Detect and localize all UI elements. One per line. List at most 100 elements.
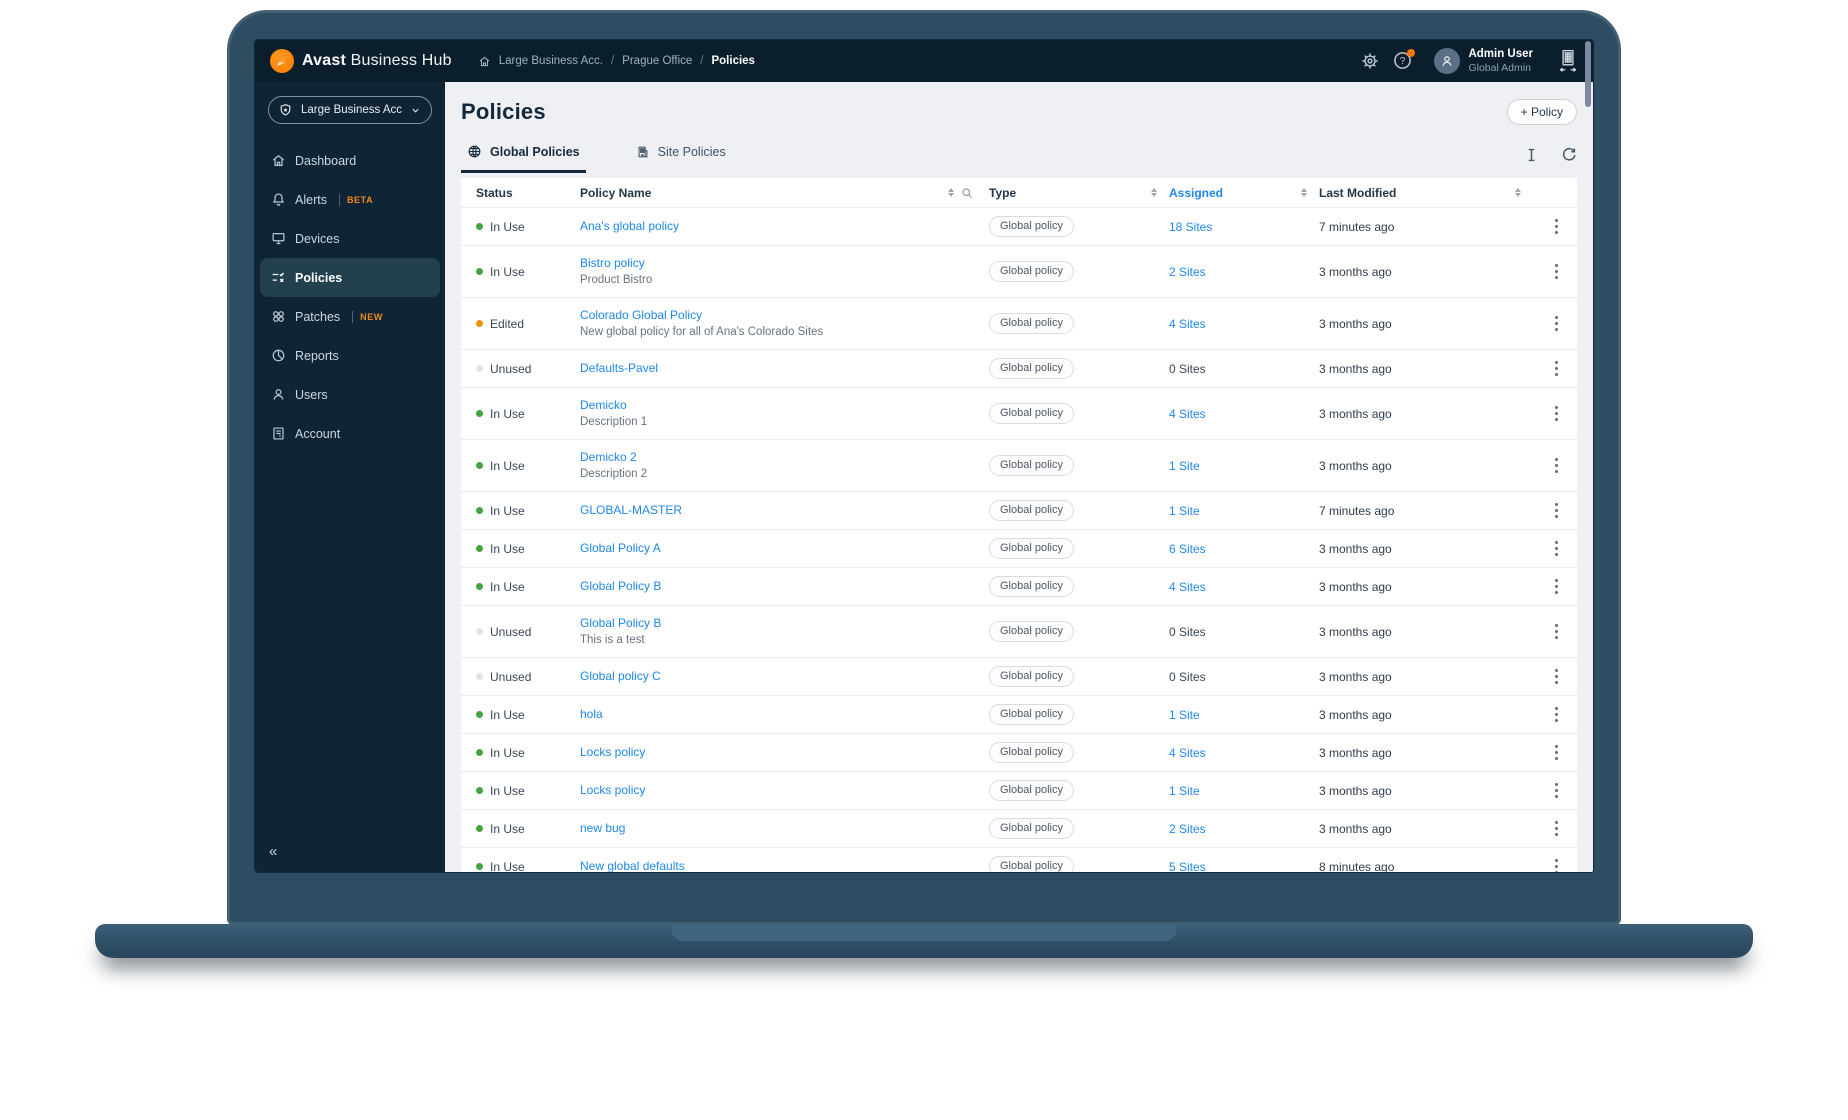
user-menu[interactable]: Admin User Global Admin bbox=[1434, 48, 1533, 74]
policy-type-badge: Global policy bbox=[989, 780, 1074, 801]
sort-icon[interactable] bbox=[1151, 188, 1157, 197]
policy-type-badge: Global policy bbox=[989, 358, 1074, 379]
table-row: Unused Global Policy B This is a test Gl… bbox=[461, 605, 1577, 657]
row-actions-kebab-icon[interactable] bbox=[1545, 538, 1567, 560]
avatar bbox=[1434, 47, 1461, 74]
status-label: In Use bbox=[490, 783, 525, 798]
sidebar-item-alerts[interactable]: Alerts BETA bbox=[260, 180, 440, 219]
settings-gear-icon[interactable] bbox=[1361, 52, 1379, 70]
tab-label: Global Policies bbox=[490, 144, 580, 159]
row-actions-kebab-icon[interactable] bbox=[1545, 455, 1567, 477]
vertical-scrollbar[interactable] bbox=[1585, 41, 1591, 107]
column-header-type[interactable]: Type bbox=[985, 186, 1165, 200]
assigned-sites-link[interactable]: 5 Sites bbox=[1169, 860, 1206, 873]
assigned-sites-link[interactable]: 2 Sites bbox=[1169, 265, 1206, 279]
sort-icon[interactable] bbox=[1301, 188, 1307, 197]
policy-name-link[interactable]: Colorado Global Policy bbox=[580, 307, 702, 324]
policy-name-link[interactable]: GLOBAL-MASTER bbox=[580, 502, 682, 519]
tab-site-policies[interactable]: Site Policies bbox=[630, 145, 732, 173]
assigned-sites-link[interactable]: 1 Site bbox=[1169, 784, 1200, 798]
sidebar-item-patches[interactable]: Patches NEW bbox=[260, 297, 440, 336]
type-cell: Global policy bbox=[985, 313, 1165, 334]
sidebar-item-reports[interactable]: Reports bbox=[260, 336, 440, 375]
site-switcher-icon[interactable] bbox=[1557, 49, 1579, 73]
sort-icon[interactable] bbox=[948, 188, 954, 197]
home-icon[interactable] bbox=[478, 55, 491, 68]
policy-name-link[interactable]: Demicko bbox=[580, 397, 627, 414]
status-label: In Use bbox=[490, 859, 525, 873]
last-modified-cell: 3 months ago bbox=[1319, 707, 1392, 722]
row-actions-kebab-icon[interactable] bbox=[1545, 621, 1567, 643]
policy-type-badge: Global policy bbox=[989, 261, 1074, 282]
tab-global-policies[interactable]: Global Policies bbox=[461, 144, 586, 173]
status-cell: Unused bbox=[461, 362, 576, 376]
policy-name-link[interactable]: New global defaults bbox=[580, 858, 685, 872]
assigned-sites-link[interactable]: 1 Site bbox=[1169, 708, 1200, 722]
policy-name-link[interactable]: Global Policy A bbox=[580, 540, 661, 557]
policy-name-link[interactable]: Global policy C bbox=[580, 668, 661, 685]
policy-description: Description 2 bbox=[580, 467, 648, 480]
row-actions-kebab-icon[interactable] bbox=[1545, 358, 1567, 380]
assigned-sites-link[interactable]: 4 Sites bbox=[1169, 407, 1206, 421]
edit-columns-icon[interactable] bbox=[1524, 147, 1539, 163]
policies-table-body: In Use Ana's global policy Global policy… bbox=[461, 207, 1577, 872]
sidebar-item-label: Account bbox=[295, 426, 341, 441]
row-actions-kebab-icon[interactable] bbox=[1545, 313, 1567, 335]
breadcrumb-site[interactable]: Prague Office bbox=[622, 55, 692, 67]
policy-name-link[interactable]: Locks policy bbox=[580, 782, 645, 799]
policy-description: New global policy for all of Ana's Color… bbox=[580, 325, 824, 338]
status-label: In Use bbox=[490, 579, 525, 594]
policy-name-link[interactable]: Global Policy B bbox=[580, 615, 661, 632]
policy-name-link[interactable]: Defaults-Pavel bbox=[580, 360, 658, 377]
assigned-sites-link[interactable]: 4 Sites bbox=[1169, 317, 1206, 331]
row-actions-kebab-icon[interactable] bbox=[1545, 576, 1567, 598]
sidebar-item-devices[interactable]: Devices bbox=[260, 219, 440, 258]
row-actions-kebab-icon[interactable] bbox=[1545, 666, 1567, 688]
policy-name-link[interactable]: Locks policy bbox=[580, 744, 645, 761]
assigned-sites-link[interactable]: 1 Site bbox=[1169, 504, 1200, 518]
sidebar-item-dashboard[interactable]: Dashboard bbox=[260, 141, 440, 180]
policy-name-link[interactable]: new bug bbox=[580, 820, 625, 837]
column-header-last-modified[interactable]: Last Modified bbox=[1315, 186, 1535, 200]
breadcrumb-account[interactable]: Large Business Acc. bbox=[499, 55, 603, 67]
refresh-icon[interactable] bbox=[1561, 147, 1577, 163]
row-actions-kebab-icon[interactable] bbox=[1545, 216, 1567, 238]
assigned-sites-link[interactable]: 18 Sites bbox=[1169, 220, 1212, 234]
sidebar-item-account[interactable]: Account bbox=[260, 414, 440, 453]
policy-name-link[interactable]: Demicko 2 bbox=[580, 449, 637, 466]
assigned-sites-link[interactable]: 2 Sites bbox=[1169, 822, 1206, 836]
status-label: In Use bbox=[490, 821, 525, 836]
assigned-sites-link[interactable]: 4 Sites bbox=[1169, 746, 1206, 760]
policy-name-link[interactable]: Ana's global policy bbox=[580, 218, 679, 235]
table-row: In Use Global Policy B Global policy 4 S… bbox=[461, 567, 1577, 605]
assigned-sites-link[interactable]: 6 Sites bbox=[1169, 542, 1206, 556]
sidebar-item-policies[interactable]: Policies bbox=[260, 258, 440, 297]
assigned-sites-link[interactable]: 4 Sites bbox=[1169, 580, 1206, 594]
row-actions-kebab-icon[interactable] bbox=[1545, 704, 1567, 726]
policy-name-link[interactable]: Bistro policy bbox=[580, 255, 645, 272]
row-actions-kebab-icon[interactable] bbox=[1545, 856, 1567, 873]
row-actions-kebab-icon[interactable] bbox=[1545, 818, 1567, 840]
row-actions-kebab-icon[interactable] bbox=[1545, 403, 1567, 425]
laptop-lid: Avast Business Hub Large Business Acc. /… bbox=[227, 10, 1621, 925]
row-actions-kebab-icon[interactable] bbox=[1545, 742, 1567, 764]
add-policy-button[interactable]: + Policy bbox=[1506, 99, 1577, 125]
column-header-status[interactable]: Status bbox=[461, 186, 576, 200]
help-icon[interactable]: ? bbox=[1393, 49, 1416, 70]
search-icon[interactable] bbox=[961, 187, 973, 199]
row-actions-kebab-icon[interactable] bbox=[1545, 261, 1567, 283]
assigned-sites-link[interactable]: 1 Site bbox=[1169, 459, 1200, 473]
sort-icon[interactable] bbox=[1515, 188, 1521, 197]
table-row: In Use new bug Global policy 2 Sites 3 m… bbox=[461, 809, 1577, 847]
sidebar-item-users[interactable]: Users bbox=[260, 375, 440, 414]
column-header-policy-name[interactable]: Policy Name bbox=[576, 186, 985, 200]
column-header-assigned[interactable]: Assigned bbox=[1165, 186, 1315, 200]
row-actions-kebab-icon[interactable] bbox=[1545, 500, 1567, 522]
policy-name-link[interactable]: hola bbox=[580, 706, 603, 723]
type-cell: Global policy bbox=[985, 500, 1165, 521]
row-actions-kebab-icon[interactable] bbox=[1545, 780, 1567, 802]
policy-name-link[interactable]: Global Policy B bbox=[580, 578, 661, 595]
sidebar-collapse-button[interactable]: « bbox=[269, 843, 277, 860]
status-label: In Use bbox=[490, 541, 525, 556]
account-selector[interactable]: Large Business Acc. bbox=[268, 96, 432, 124]
